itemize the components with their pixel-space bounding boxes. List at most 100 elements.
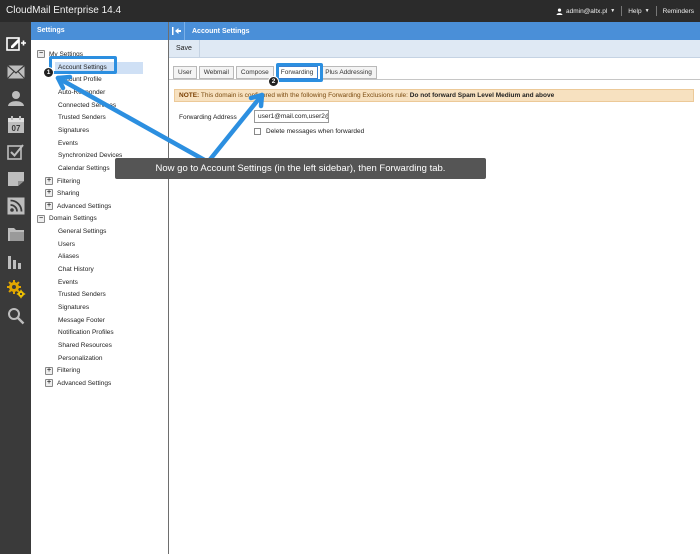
sidebar-item-label: Events xyxy=(58,139,78,147)
sidebar-item[interactable]: Calendar Settings xyxy=(58,163,110,175)
expand-icon[interactable]: + xyxy=(45,202,53,211)
sidebar-item-label: Filtering xyxy=(57,367,81,375)
divider xyxy=(655,6,657,16)
collapse-icon[interactable]: − xyxy=(37,214,45,223)
sidebar-item-label: Account Settings xyxy=(58,63,107,71)
note-prefix: NOTE: xyxy=(179,92,200,99)
sidebar-item[interactable]: Aliases xyxy=(58,251,79,263)
sidebar-item-label: General Settings xyxy=(58,228,107,236)
divider xyxy=(621,6,623,16)
forwarding-address-input[interactable]: user1@mail.com,user2@ xyxy=(254,110,329,123)
sidebar-item-label: Calendar Settings xyxy=(58,164,110,172)
sidebar-item-label: Notification Profiles xyxy=(58,329,114,337)
help-menu[interactable]: Help ▼ xyxy=(628,8,649,15)
expand-icon[interactable]: + xyxy=(45,189,53,198)
sidebar-item[interactable]: Personalization xyxy=(58,353,102,365)
sidebar-item[interactable]: Trusted Senders xyxy=(58,289,106,301)
sidebar-item-label: Aliases xyxy=(58,253,79,261)
tab-plus-addressing[interactable]: Plus Addressing xyxy=(320,66,377,79)
app-icon-bar: 07 xyxy=(0,22,31,554)
calendar-icon[interactable]: 07 xyxy=(6,115,26,135)
calendar-day: 07 xyxy=(12,124,21,133)
sidebar-item[interactable]: Events xyxy=(58,277,78,289)
settings-icon[interactable] xyxy=(6,279,26,299)
sidebar-item[interactable]: Chat History xyxy=(58,264,94,276)
main-header: Account Settings xyxy=(169,22,700,40)
mail-icon[interactable] xyxy=(6,62,26,82)
delete-when-forwarded-label: Delete messages when forwarded xyxy=(266,128,365,135)
sidebar-item-label: Domain Settings xyxy=(49,215,97,223)
sidebar-item-label: Advanced Settings xyxy=(57,202,112,210)
page-title: Account Settings xyxy=(192,27,250,35)
sidebar-item[interactable]: General Settings xyxy=(58,226,106,238)
reports-icon[interactable] xyxy=(6,252,26,272)
sidebar-item[interactable]: Auto-Responder xyxy=(58,87,105,99)
main-panel: Account Settings Save User Webmail Compose… xyxy=(169,22,700,554)
sidebar-item[interactable]: − My Settings xyxy=(37,49,83,61)
sidebar-item-label: My Settings xyxy=(49,51,83,58)
tab-forwarding[interactable]: Forwarding xyxy=(275,66,319,79)
sidebar-item[interactable]: Synchronized Devices xyxy=(58,150,122,162)
sidebar-item-label: Events xyxy=(58,278,78,286)
sidebar-item[interactable]: − Domain Settings xyxy=(37,213,97,225)
search-icon[interactable] xyxy=(6,306,26,326)
sidebar-item[interactable]: Message Footer xyxy=(58,315,105,327)
save-button[interactable]: Save xyxy=(169,39,200,58)
expand-icon[interactable]: + xyxy=(45,366,53,375)
expand-icon[interactable]: + xyxy=(45,176,53,185)
expand-icon[interactable]: + xyxy=(45,379,53,388)
sidebar-item[interactable]: Trusted Senders xyxy=(58,112,106,124)
top-bar: CloudMail Enterprise 14.4 admin@altx.pl … xyxy=(0,0,700,22)
sidebar-item[interactable]: + Filtering xyxy=(45,176,80,188)
sidebar-item[interactable]: Connected Services xyxy=(58,100,116,112)
help-label: Help xyxy=(628,7,642,15)
sidebar-item-label: Chat History xyxy=(58,266,94,274)
sidebar-item-label: Shared Resources xyxy=(58,341,112,349)
sidebar-item-label: Message Footer xyxy=(58,316,105,324)
collapse-sidebar-button[interactable] xyxy=(169,22,185,40)
sidebar-item-label: Trusted Senders xyxy=(58,291,106,299)
user-icon xyxy=(556,7,563,15)
tab-divider xyxy=(169,79,700,80)
sidebar-item[interactable]: Account Settings xyxy=(55,61,143,74)
delete-when-forwarded-checkbox[interactable] xyxy=(254,128,261,135)
user-menu[interactable]: admin@altx.pl ▼ xyxy=(556,8,615,15)
sidebar-item[interactable]: Users xyxy=(58,239,75,251)
sidebar-item-label: Signatures xyxy=(58,304,90,311)
files-icon[interactable] xyxy=(6,224,26,244)
tab-webmail[interactable]: Webmail xyxy=(198,66,234,79)
tab-compose[interactable]: Compose xyxy=(235,66,274,79)
sidebar-item[interactable]: Signatures xyxy=(58,302,89,314)
sidebar-item-label: Trusted Senders xyxy=(58,114,106,122)
tab-user[interactable]: User xyxy=(173,66,197,79)
reminders-button[interactable]: Reminders xyxy=(663,8,694,15)
tasks-icon[interactable] xyxy=(6,142,26,162)
sidebar-item-label: Connected Services xyxy=(58,101,117,109)
compose-icon[interactable] xyxy=(6,34,26,54)
chevron-down-icon: ▼ xyxy=(610,8,616,14)
sidebar-item[interactable]: Account Profile xyxy=(58,74,102,86)
sidebar-item[interactable]: Notification Profiles xyxy=(58,327,114,339)
sidebar-item[interactable]: Signatures xyxy=(58,125,89,137)
notes-icon[interactable] xyxy=(6,169,26,189)
collapse-icon xyxy=(172,27,181,35)
sidebar-item-label: Synchronized Devices xyxy=(58,152,123,160)
sidebar-item[interactable]: Events xyxy=(58,138,78,150)
note-text: This domain is configured with the follo… xyxy=(199,92,410,99)
sidebar-item[interactable]: Shared Resources xyxy=(58,340,112,352)
rss-icon[interactable] xyxy=(6,196,26,216)
forwarding-address-label: Forwarding Address xyxy=(179,114,237,121)
delete-when-forwarded-option[interactable]: Delete messages when forwarded xyxy=(254,128,364,135)
collapse-icon[interactable]: − xyxy=(37,50,45,59)
chevron-down-icon: ▼ xyxy=(644,8,650,14)
sidebar-item[interactable]: + Sharing xyxy=(45,188,79,200)
note-rule: Do not forward Spam Level Medium and abo… xyxy=(409,92,555,99)
sidebar-item-label: Advanced Settings xyxy=(57,379,112,387)
sidebar-item[interactable]: + Advanced Settings xyxy=(45,201,111,213)
sidebar-item[interactable]: + Filtering xyxy=(45,365,80,377)
sidebar-item-label: Users xyxy=(58,240,75,248)
contacts-icon[interactable] xyxy=(6,88,26,108)
settings-sidebar: Settings − My Settings Account Settings Acc… xyxy=(31,22,169,554)
forwarding-note: NOTE: This domain is configured with the… xyxy=(174,89,694,102)
sidebar-item[interactable]: + Advanced Settings xyxy=(45,378,111,390)
